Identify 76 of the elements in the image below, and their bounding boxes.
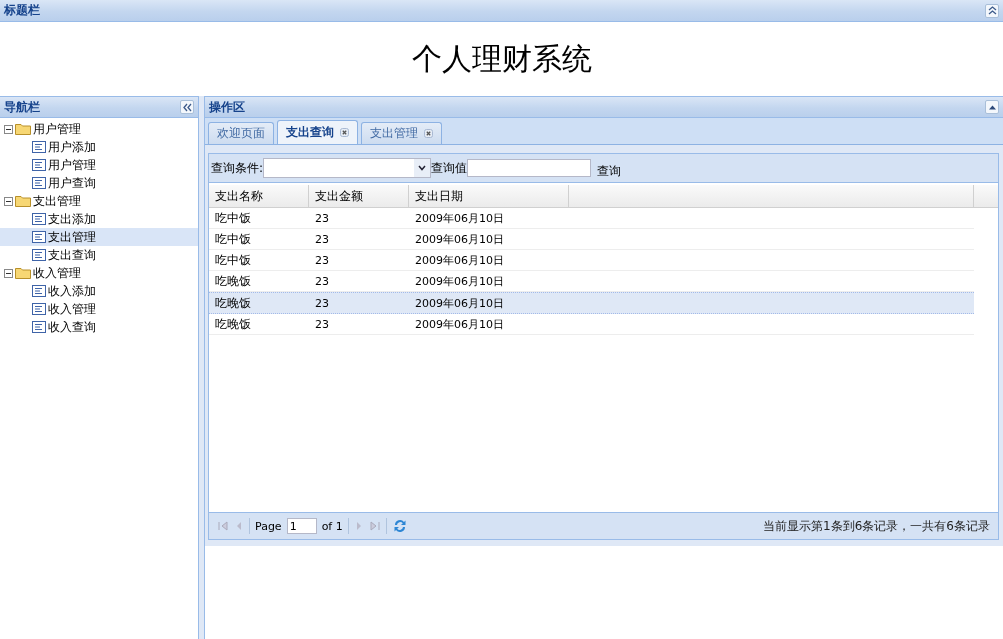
page-label: Page <box>255 519 282 533</box>
table-cell-text: 23 <box>314 231 330 248</box>
table-cell-text: 吃中饭 <box>214 230 252 248</box>
close-icon[interactable] <box>424 129 433 138</box>
table-cell-text: 23 <box>314 273 330 290</box>
table-cell-text: 2009年06月10日 <box>414 252 505 269</box>
tree-folder[interactable]: 用户管理 <box>0 120 198 138</box>
panel-title: 标题栏 <box>4 2 40 19</box>
table-cell-text: 23 <box>314 295 330 312</box>
document-icon <box>32 177 46 189</box>
table-cell-text: 吃晚饭 <box>214 315 252 333</box>
minus-box-icon[interactable] <box>4 196 13 206</box>
table-cell-text: 23 <box>314 252 330 269</box>
table-cell-text: 2009年06月10日 <box>414 210 505 227</box>
folder-icon <box>15 267 31 279</box>
table-cell-text: 吃晚饭 <box>214 272 252 290</box>
double-chevron-up-icon <box>987 6 997 15</box>
tab[interactable]: 支出管理 <box>361 122 442 144</box>
close-icon[interactable] <box>340 128 349 137</box>
tree-item[interactable]: 收入管理 <box>0 300 198 318</box>
collapse-up-button[interactable] <box>985 3 999 18</box>
condition-label: 查询条件: <box>211 159 264 177</box>
document-icon <box>32 159 46 171</box>
search-button[interactable]: 查询 <box>595 162 624 180</box>
document-icon <box>32 141 46 153</box>
record-summary: 当前显示第1条到6条记录，一共有6条记录 <box>763 517 990 535</box>
table-cell-text: 2009年06月10日 <box>414 273 505 290</box>
app-title: 个人理财系统 <box>411 39 592 78</box>
tree-item[interactable]: 支出管理 <box>0 228 198 246</box>
folder-icon <box>15 195 31 207</box>
minus-box-icon[interactable] <box>4 268 13 278</box>
document-icon <box>32 213 46 225</box>
table-cell-text: 23 <box>314 210 330 227</box>
chevron-down-icon <box>418 165 427 171</box>
tree-item[interactable]: 收入添加 <box>0 282 198 300</box>
tree-item[interactable]: 用户查询 <box>0 174 198 192</box>
folder-icon <box>15 123 31 135</box>
tree-folder[interactable]: 收入管理 <box>0 264 198 282</box>
table-cell-text: 2009年06月10日 <box>414 316 505 333</box>
table-cell-text: 吃中饭 <box>214 209 252 227</box>
table-row[interactable]: 吃晚饭 23 2009年06月10日 <box>209 314 974 335</box>
table-cell-text: 2009年06月10日 <box>414 295 505 312</box>
collapse-left-button[interactable] <box>180 100 194 114</box>
table-row[interactable]: 吃中饭 23 2009年06月10日 <box>209 208 974 229</box>
panel-title: 操作区 <box>209 98 245 116</box>
value-label: 查询值 <box>431 159 468 177</box>
document-icon <box>32 285 46 297</box>
tree-item[interactable]: 支出添加 <box>0 210 198 228</box>
table-cell-text: 2009年06月10日 <box>414 231 505 248</box>
tree-folder[interactable]: 支出管理 <box>0 192 198 210</box>
tab[interactable]: 支出查询 <box>277 120 358 144</box>
double-chevron-left-icon <box>182 102 192 112</box>
column-header[interactable]: 支出日期 <box>409 185 569 207</box>
tree-item[interactable]: 支出查询 <box>0 246 198 264</box>
document-icon <box>32 321 46 333</box>
tree-item[interactable]: 用户管理 <box>0 156 198 174</box>
table-cell-text: 23 <box>314 316 330 333</box>
table-cell-text: 吃晚饭 <box>214 294 252 312</box>
column-header[interactable]: 支出金额 <box>309 185 409 207</box>
page-field[interactable]: 1 <box>286 518 317 534</box>
collapse-up-button[interactable] <box>985 100 999 114</box>
value-field[interactable] <box>467 159 592 177</box>
document-icon <box>32 249 46 261</box>
tree-item[interactable]: 用户添加 <box>0 138 198 156</box>
tab[interactable]: 欢迎页面 <box>208 122 274 144</box>
tree-item[interactable]: 收入查询 <box>0 318 198 336</box>
document-icon <box>32 231 46 243</box>
table-row[interactable]: 吃晚饭 23 2009年06月10日 <box>209 292 974 314</box>
minus-box-icon[interactable] <box>4 124 13 134</box>
table-row[interactable]: 吃中饭 23 2009年06月10日 <box>209 250 974 271</box>
table-cell-text: 吃中饭 <box>214 251 252 269</box>
table-row[interactable]: 吃中饭 23 2009年06月10日 <box>209 229 974 250</box>
page-count: of 1 <box>321 519 343 533</box>
panel-title: 导航栏 <box>4 98 40 116</box>
column-header[interactable]: 支出名称 <box>209 185 309 207</box>
document-icon <box>32 303 46 315</box>
